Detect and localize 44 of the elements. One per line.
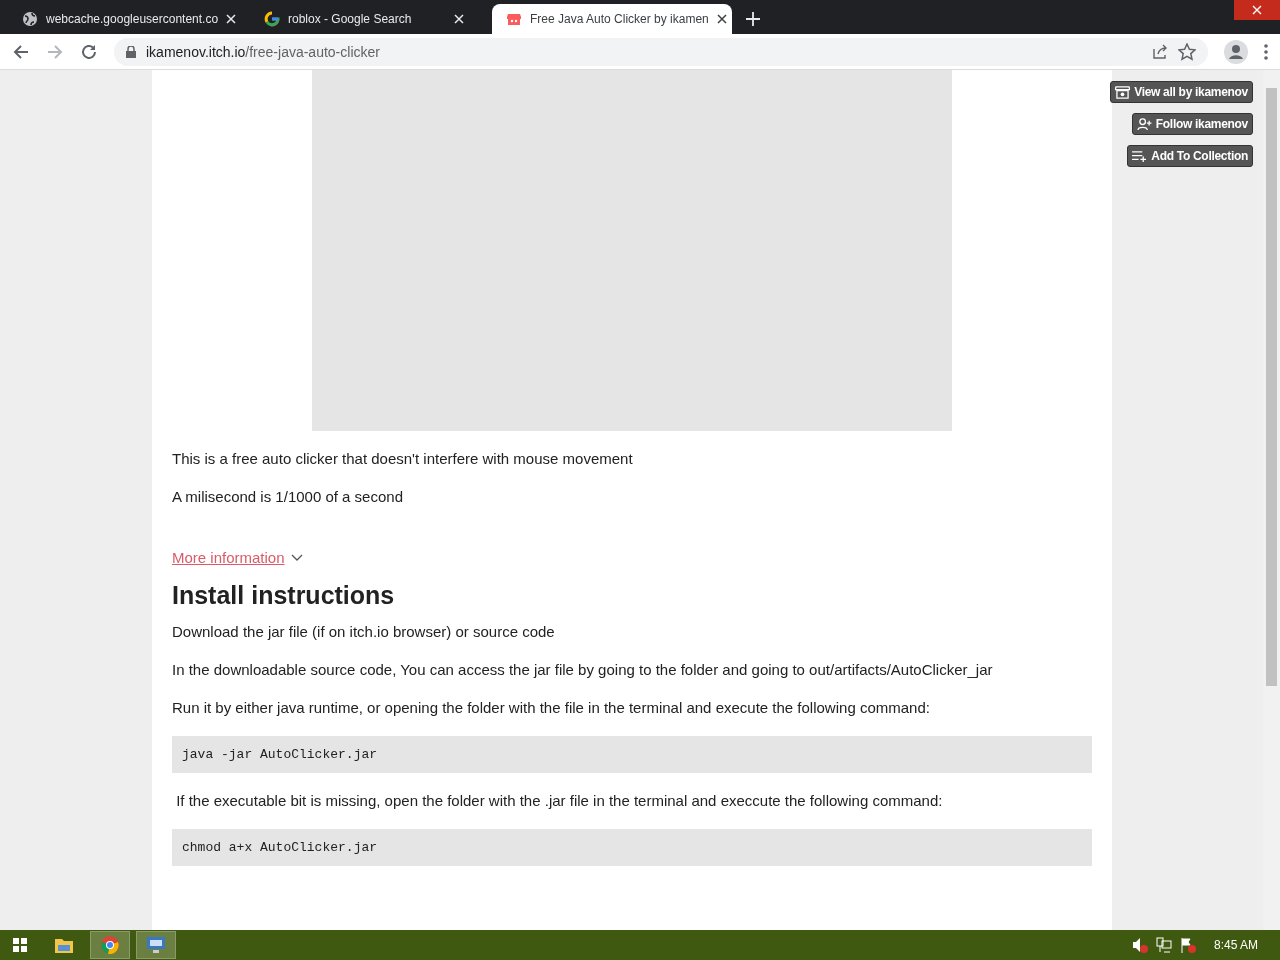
code-block: java -jar AutoClicker.jar xyxy=(172,736,1092,773)
muted-speaker-icon[interactable] xyxy=(1131,937,1148,953)
store-icon xyxy=(1115,85,1131,99)
paragraph: If the executable bit is missing, open the folder with the .jar file in the terminal and execcute the following command: xyxy=(175,791,944,811)
back-icon[interactable] xyxy=(12,42,30,61)
follow-icon xyxy=(1136,117,1152,131)
paragraph: In the downloadable source code, You can access the jar file by going to the folder and going to out/artifacts/AutoClicker_jar xyxy=(172,660,994,680)
chevron-down-icon[interactable] xyxy=(290,553,303,562)
sidebar-button[interactable]: View all by ikamenov xyxy=(1110,81,1253,103)
code-block: chmod a+x AutoClicker.jar xyxy=(172,829,1092,866)
more-information-link[interactable]: More information xyxy=(172,549,285,566)
paragraph: Run it by either java runtime, or opening the folder with the file in the terminal and execute the following command: xyxy=(172,698,931,718)
close-icon[interactable] xyxy=(716,14,727,24)
google-icon xyxy=(264,11,280,27)
menu-icon[interactable] xyxy=(1264,43,1268,60)
new-tab-icon[interactable] xyxy=(746,12,760,26)
network-icon[interactable] xyxy=(1155,937,1172,953)
lock-icon xyxy=(126,45,136,58)
share-icon[interactable] xyxy=(1152,43,1168,60)
address-bar[interactable]: ikamenov.itch.io/free-java-auto-clicker xyxy=(114,37,1208,66)
section-heading: Install instructions xyxy=(172,580,396,610)
monitor-icon xyxy=(147,937,165,953)
taskbar-app[interactable] xyxy=(90,931,130,959)
browser-tab[interactable]: Free Java Auto Clicker by ikamen xyxy=(492,4,732,34)
sidebar-button[interactable]: Follow ikamenov xyxy=(1131,113,1253,135)
add-list-icon xyxy=(1132,149,1148,163)
star-icon[interactable] xyxy=(1178,42,1196,61)
browser-tab[interactable]: webcache.googleusercontent.co xyxy=(8,4,232,34)
profile-icon[interactable] xyxy=(1224,39,1248,64)
taskbar-app[interactable] xyxy=(136,931,176,959)
windows-icon xyxy=(13,938,27,952)
paragraph: Download the jar file (if on itch.io browser) or source code xyxy=(172,622,556,642)
paragraph: This is a free auto clicker that doesn't interfere with mouse movement xyxy=(172,449,634,469)
close-icon xyxy=(1252,5,1262,15)
folder-icon xyxy=(55,937,73,953)
paragraph: A milisecond is 1/1000 of a second xyxy=(172,487,404,507)
clock-time[interactable]: 8:45 AM xyxy=(1213,938,1258,952)
browser-tab[interactable]: roblox - Google Search xyxy=(250,4,474,34)
globe-icon xyxy=(22,11,38,27)
flag-icon[interactable] xyxy=(1179,937,1196,953)
chrome-icon xyxy=(101,936,119,954)
sidebar-button[interactable]: Add To Collection xyxy=(1127,145,1253,167)
reload-icon[interactable] xyxy=(80,42,98,61)
url-text: ikamenov.itch.io/free-java-auto-clicker xyxy=(146,43,380,60)
